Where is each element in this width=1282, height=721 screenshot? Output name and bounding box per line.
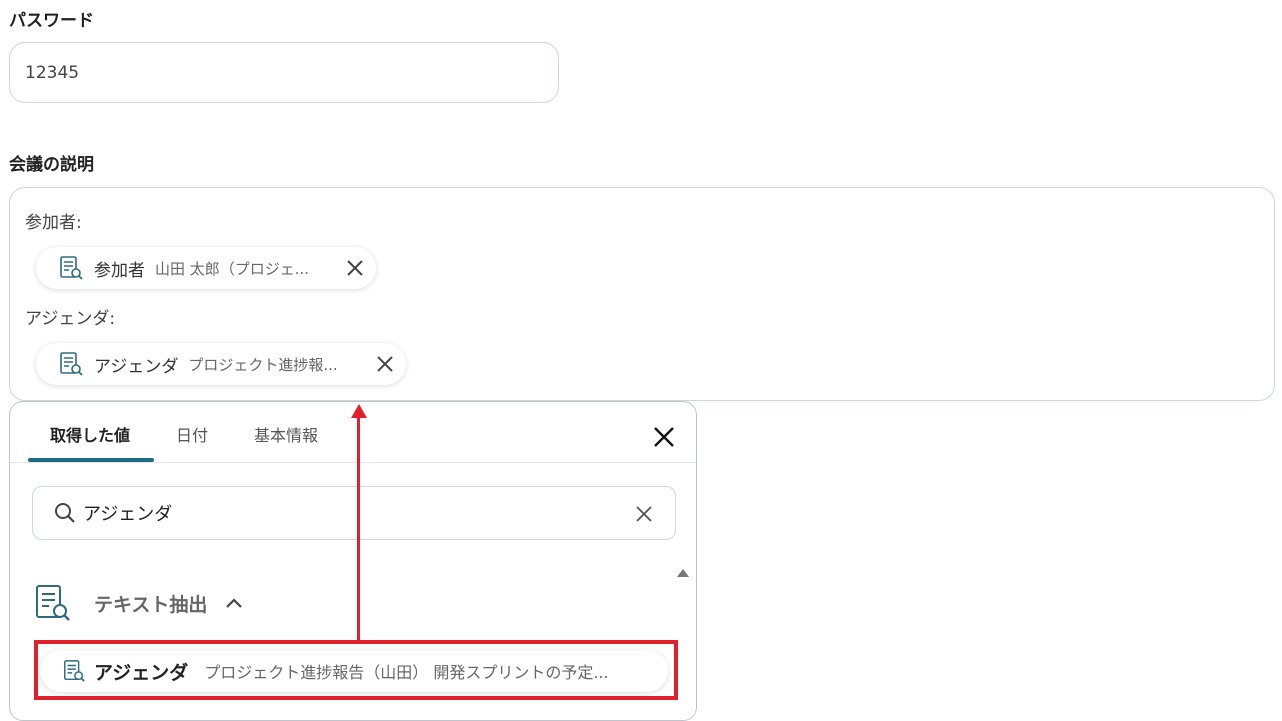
chip-value: プロジェクト進捗報... bbox=[188, 355, 338, 374]
document-search-icon bbox=[60, 256, 83, 280]
agenda-text: アジェンダ: bbox=[25, 309, 116, 329]
chip-title: 参加者 bbox=[94, 260, 145, 281]
text-extraction-section[interactable]: テキスト抽出 bbox=[32, 580, 632, 626]
annotation-highlight-box bbox=[34, 640, 678, 700]
participants-text: 参加者: bbox=[25, 213, 82, 233]
active-tab-indicator bbox=[28, 458, 154, 462]
close-icon[interactable] bbox=[651, 424, 677, 450]
search-input[interactable] bbox=[83, 502, 603, 524]
clear-search-icon[interactable] bbox=[633, 503, 655, 525]
document-search-icon bbox=[36, 585, 70, 621]
section-title: テキスト抽出 bbox=[94, 593, 208, 616]
password-label: パスワード bbox=[9, 11, 94, 31]
annotation-arrow-line bbox=[357, 416, 360, 642]
chevron-up-icon[interactable] bbox=[225, 596, 243, 610]
search-icon bbox=[55, 503, 75, 523]
tab-date[interactable]: 日付 bbox=[176, 422, 208, 446]
password-input[interactable]: 12345 bbox=[9, 42, 559, 103]
agenda-variable-chip[interactable]: アジェンダ プロジェクト進捗報... bbox=[36, 343, 406, 385]
description-label: 会議の説明 bbox=[9, 155, 94, 175]
picker-search-box bbox=[32, 486, 676, 540]
close-icon[interactable] bbox=[374, 353, 396, 375]
tab-basic-info[interactable]: 基本情報 bbox=[254, 422, 318, 446]
close-icon[interactable] bbox=[344, 257, 366, 279]
document-search-icon bbox=[60, 352, 83, 376]
annotation-arrow-head-icon bbox=[351, 404, 367, 418]
chip-value: 山田 太郎（プロジェ... bbox=[155, 259, 310, 278]
scroll-up-arrow-icon[interactable] bbox=[676, 568, 690, 578]
tab-acquired-values[interactable]: 取得した値 bbox=[50, 422, 130, 446]
chip-title: アジェンダ bbox=[94, 356, 179, 377]
participants-variable-chip[interactable]: 参加者 山田 太郎（プロジェ... bbox=[36, 247, 376, 289]
password-value: 12345 bbox=[25, 62, 80, 83]
